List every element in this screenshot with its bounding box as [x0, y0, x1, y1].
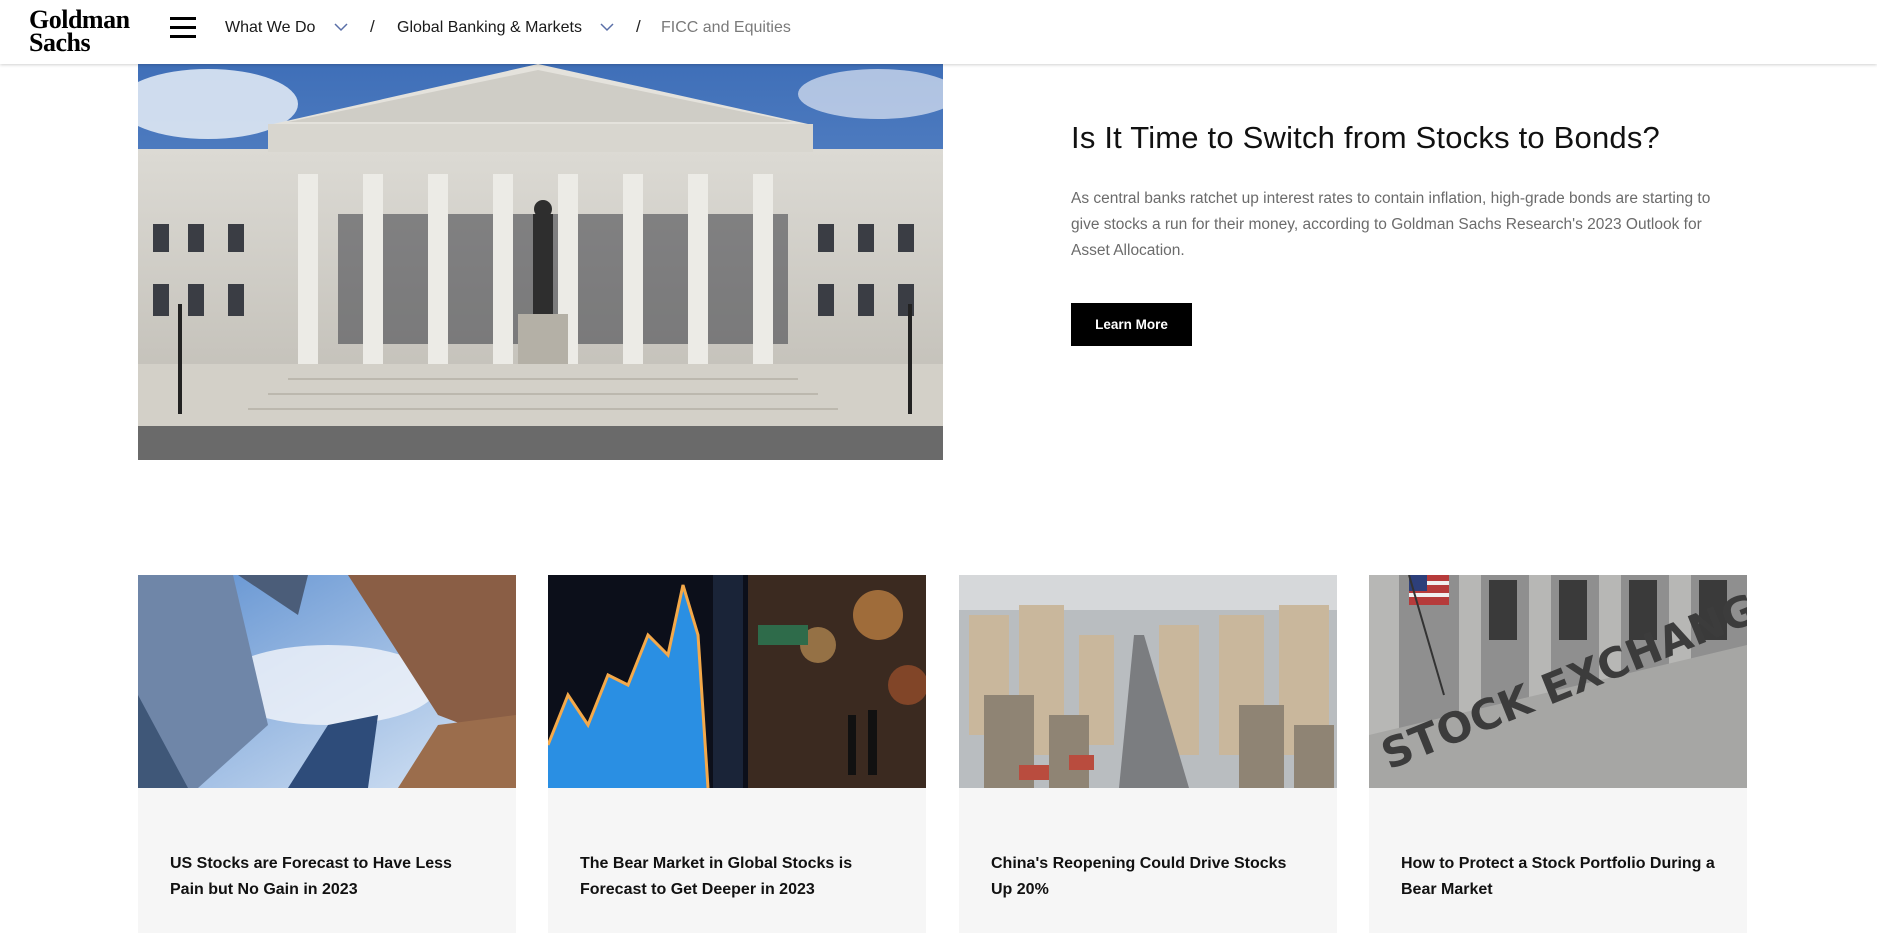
learn-more-button[interactable]: Learn More [1071, 303, 1192, 346]
breadcrumb-separator: / [636, 17, 641, 36]
article-card[interactable]: China's Reopening Could Drive Stocks Up … [959, 575, 1337, 933]
chevron-down-icon[interactable] [600, 22, 614, 32]
card-title[interactable]: How to Protect a Stock Portfolio During … [1401, 851, 1721, 903]
menu-icon[interactable] [170, 17, 196, 39]
skyscrapers-image [138, 575, 516, 788]
hero-description: As central banks ratchet up interest rat… [1071, 190, 1711, 259]
article-card[interactable]: The Bear Market in Global Stocks is Fore… [548, 575, 926, 933]
breadcrumb-separator: / [370, 17, 375, 36]
goldman-sachs-logo[interactable]: Goldman Sachs [29, 7, 130, 57]
card-title[interactable]: US Stocks are Forecast to Have Less Pain… [170, 851, 490, 903]
article-card[interactable]: STOCK EXCHANGE How to Protect a Stock Po… [1369, 575, 1747, 933]
card-title[interactable]: China's Reopening Could Drive Stocks Up … [991, 851, 1311, 903]
treasury-building-image [138, 64, 943, 460]
logo-line-2: Sachs [29, 28, 91, 57]
breadcrumb-what-we-do[interactable]: What We Do [225, 19, 315, 37]
hero-title: Is It Time to Switch from Stocks to Bond… [1071, 120, 1660, 155]
article-card[interactable]: US Stocks are Forecast to Have Less Pain… [138, 575, 516, 933]
breadcrumb-global-banking-markets[interactable]: Global Banking & Markets [397, 19, 582, 37]
chevron-down-icon[interactable] [334, 22, 348, 32]
stock-ticker-image [548, 575, 926, 788]
site-header: Goldman Sachs What We Do / Global Bankin… [0, 0, 1877, 64]
china-cityscape-image [959, 575, 1337, 788]
card-title[interactable]: The Bear Market in Global Stocks is Fore… [580, 851, 900, 903]
stock-exchange-image: STOCK EXCHANGE [1369, 575, 1747, 788]
breadcrumb-ficc-equities: FICC and Equities [661, 19, 791, 36]
